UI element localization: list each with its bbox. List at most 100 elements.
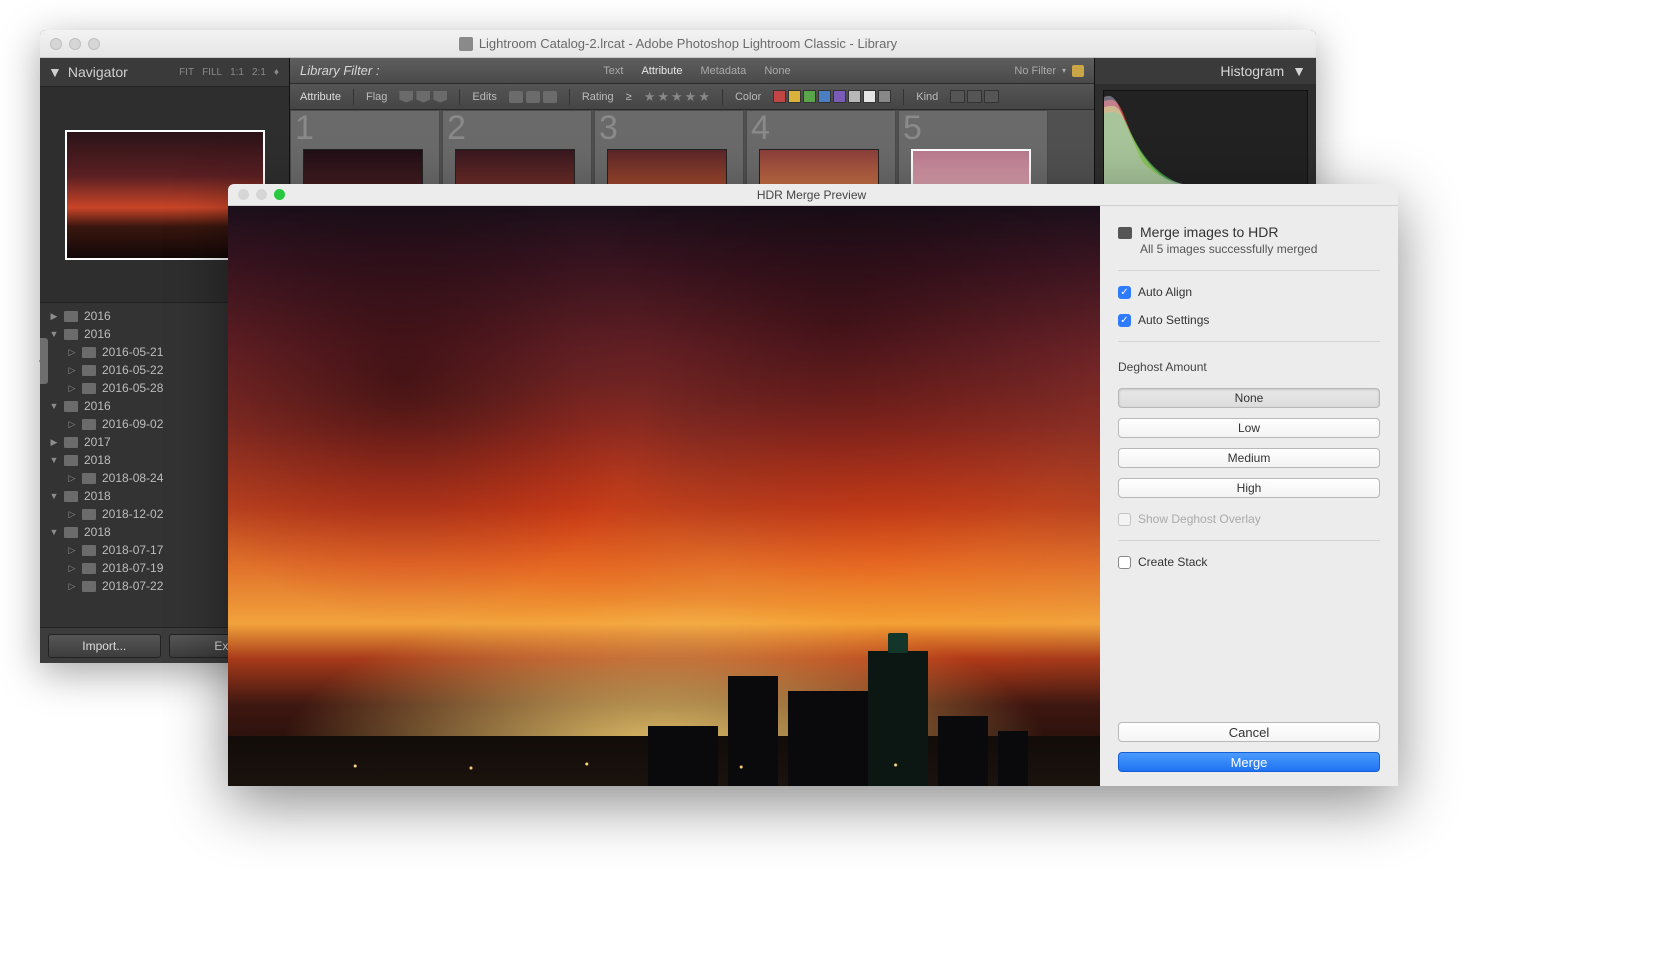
edit-filters[interactable] [509, 91, 557, 103]
window-title: Lightroom Catalog-2.lrcat - Adobe Photos… [100, 36, 1256, 51]
nav-fill[interactable]: FILL [202, 67, 222, 78]
color-swatch[interactable] [788, 90, 801, 103]
cancel-button[interactable]: Cancel [1118, 722, 1380, 742]
auto-align-row[interactable]: ✓ Auto Align [1118, 285, 1380, 299]
close-icon[interactable] [238, 189, 249, 200]
auto-settings-row[interactable]: ✓ Auto Settings [1118, 313, 1380, 327]
deghost-medium[interactable]: Medium [1118, 448, 1380, 468]
checkbox-icon [1118, 513, 1131, 526]
attribute-bar: Attribute Flag Edits Rating ≥ ★★★★★ Colo… [290, 84, 1094, 110]
color-swatch[interactable] [848, 90, 861, 103]
disclosure-icon[interactable]: ▼ [50, 455, 58, 465]
disclosure-icon[interactable]: ▷ [68, 581, 76, 592]
flag-icon[interactable] [399, 91, 413, 103]
star-icon[interactable]: ★ [644, 89, 656, 105]
color-swatch[interactable] [878, 90, 891, 103]
disclosure-icon[interactable]: ▼ [50, 491, 58, 501]
folder-icon [64, 329, 78, 340]
disclosure-icon[interactable]: ▼ [50, 527, 58, 537]
disclosure-icon[interactable]: ▷ [68, 419, 76, 430]
edit-icon[interactable] [509, 91, 523, 103]
nav-ratio-stepper-icon[interactable]: ♦ [274, 67, 279, 78]
disclosure-icon[interactable]: ▷ [68, 545, 76, 556]
chevron-down-icon: ▼ [48, 64, 62, 80]
star-icon[interactable]: ★ [671, 89, 683, 105]
color-swatch[interactable] [803, 90, 816, 103]
navigator-header[interactable]: ▼Navigator FIT FILL 1:1 2:1 ♦ [40, 58, 289, 87]
edit-icon[interactable] [543, 91, 557, 103]
rating-op-icon[interactable]: ≥ [626, 91, 632, 103]
histogram[interactable] [1103, 90, 1308, 188]
filter-preset[interactable]: No Filter [1014, 65, 1056, 77]
color-swatch[interactable] [833, 90, 846, 103]
zoom-icon[interactable] [88, 38, 100, 50]
minimize-icon[interactable] [256, 189, 267, 200]
folder-icon [82, 419, 96, 430]
disclosure-icon[interactable]: ▼ [50, 401, 58, 411]
deghost-none[interactable]: None [1118, 388, 1380, 408]
rating-stars[interactable]: ★★★★★ [644, 89, 710, 105]
color-swatch[interactable] [863, 90, 876, 103]
disclosure-icon[interactable]: ▷ [68, 365, 76, 376]
filter-tab-metadata[interactable]: Metadata [700, 65, 746, 77]
nav-1to1[interactable]: 1:1 [230, 67, 244, 78]
folder-label: 2018 [84, 525, 111, 539]
flag-label: Flag [366, 91, 387, 103]
hdr-window-title: HDR Merge Preview [285, 188, 1338, 202]
folder-label: 2018-08-24 [102, 471, 163, 485]
import-button[interactable]: Import... [48, 634, 161, 658]
checkbox-checked-icon[interactable]: ✓ [1118, 314, 1131, 327]
merge-icon [1118, 227, 1132, 239]
kind-filters[interactable] [950, 90, 999, 103]
merge-button[interactable]: Merge [1118, 752, 1380, 772]
histogram-header[interactable]: Histogram ▼ [1095, 58, 1316, 84]
nav-2to1[interactable]: 2:1 [252, 67, 266, 78]
close-icon[interactable] [50, 38, 62, 50]
thumbnail-index: 1 [295, 110, 314, 148]
zoom-icon[interactable] [274, 189, 285, 200]
flag-icon[interactable] [416, 91, 430, 103]
star-icon[interactable]: ★ [657, 89, 669, 105]
folder-label: 2016 [84, 399, 111, 413]
disclosure-icon[interactable]: ▷ [68, 509, 76, 520]
disclosure-icon[interactable]: ▷ [68, 473, 76, 484]
left-panel-grip[interactable] [40, 338, 48, 384]
disclosure-icon[interactable]: ▶ [50, 437, 58, 448]
nav-fit[interactable]: FIT [179, 67, 194, 78]
star-icon[interactable]: ★ [698, 89, 710, 105]
color-swatches[interactable] [773, 90, 891, 103]
library-filter-label: Library Filter : [300, 63, 379, 78]
folder-icon [82, 347, 96, 358]
checkbox-icon[interactable] [1118, 556, 1131, 569]
filter-tab-none[interactable]: None [764, 65, 790, 77]
flag-icon[interactable] [433, 91, 447, 103]
disclosure-icon[interactable]: ▼ [50, 329, 58, 339]
deghost-low[interactable]: Low [1118, 418, 1380, 438]
disclosure-icon[interactable]: ▶ [50, 311, 58, 322]
star-icon[interactable]: ★ [685, 89, 697, 105]
folder-label: 2016-05-22 [102, 363, 163, 377]
create-stack-row[interactable]: Create Stack [1118, 555, 1380, 569]
lock-icon[interactable] [1072, 65, 1084, 77]
checkbox-checked-icon[interactable]: ✓ [1118, 286, 1131, 299]
edit-icon[interactable] [526, 91, 540, 103]
color-swatch[interactable] [818, 90, 831, 103]
folder-label: 2016-05-28 [102, 381, 163, 395]
folder-label: 2018-07-22 [102, 579, 163, 593]
color-swatch[interactable] [773, 90, 786, 103]
kind-icon[interactable] [950, 90, 965, 103]
minimize-icon[interactable] [69, 38, 81, 50]
disclosure-icon[interactable]: ▷ [68, 563, 76, 574]
kind-icon[interactable] [984, 90, 999, 103]
flag-filters[interactable] [399, 91, 447, 103]
kind-icon[interactable] [967, 90, 982, 103]
disclosure-icon[interactable]: ▷ [68, 383, 76, 394]
folder-label: 2018 [84, 453, 111, 467]
disclosure-icon[interactable]: ▷ [68, 347, 76, 358]
filter-tab-text[interactable]: Text [603, 65, 623, 77]
chevron-down-icon[interactable]: ▾ [1062, 66, 1066, 75]
hdr-heading-title: Merge images to HDR [1140, 224, 1317, 240]
hdr-preview-image[interactable] [228, 206, 1100, 786]
filter-tab-attribute[interactable]: Attribute [641, 65, 682, 77]
deghost-high[interactable]: High [1118, 478, 1380, 498]
